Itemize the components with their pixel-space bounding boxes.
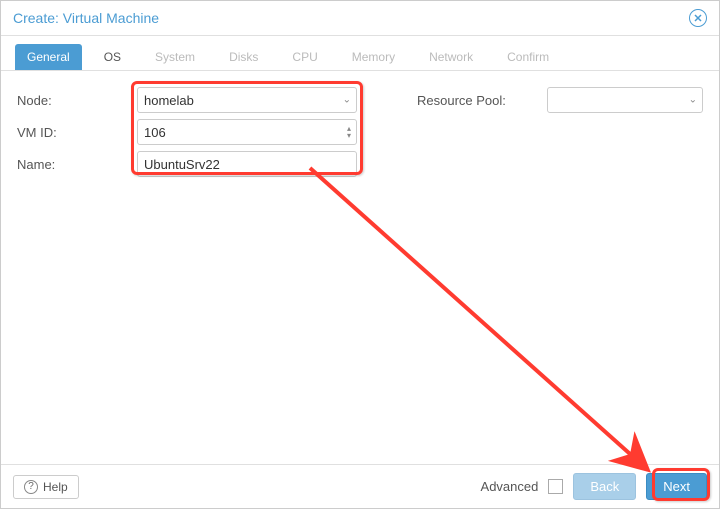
tab-network: Network [417,44,485,70]
wizard-tabs: General OS System Disks CPU Memory Netwo… [1,36,719,71]
back-button[interactable]: Back [573,473,636,500]
titlebar: Create: Virtual Machine [1,1,719,36]
general-panel: Node: ⌄ Resource Pool: ⌄ VM ID: ▴▾ Name: [1,71,719,464]
tab-os[interactable]: OS [92,44,133,70]
close-icon[interactable] [689,9,707,27]
tab-general[interactable]: General [15,44,82,70]
node-select[interactable] [137,87,357,113]
name-input[interactable] [137,151,357,177]
advanced-checkbox[interactable] [548,479,563,494]
name-label: Name: [17,157,137,172]
vmid-input[interactable] [137,119,357,145]
help-button[interactable]: ? Help [13,475,79,499]
tab-system: System [143,44,207,70]
help-icon: ? [24,480,38,494]
node-label: Node: [17,93,137,108]
vmid-label: VM ID: [17,125,137,140]
tab-cpu: CPU [280,44,329,70]
resource-pool-label: Resource Pool: [417,93,547,108]
window-title: Create: Virtual Machine [13,10,159,26]
dialog-footer: ? Help Advanced Back Next [1,464,719,508]
tab-confirm: Confirm [495,44,561,70]
tab-disks: Disks [217,44,270,70]
advanced-label: Advanced [481,479,539,494]
create-vm-dialog: Create: Virtual Machine General OS Syste… [0,0,720,509]
help-label: Help [43,480,68,494]
resource-pool-select[interactable] [547,87,703,113]
next-button[interactable]: Next [646,473,707,500]
tab-memory: Memory [340,44,407,70]
